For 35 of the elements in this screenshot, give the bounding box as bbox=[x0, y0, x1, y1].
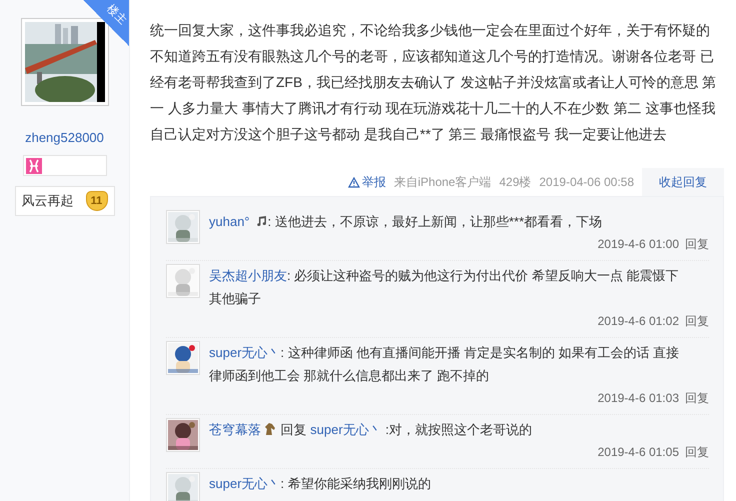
reply-text: yuhan° : 送他进去，不原谅，最好上新闻，让那些***都看看，下场 bbox=[209, 213, 604, 231]
reply-avatar[interactable] bbox=[166, 341, 200, 375]
reply-author[interactable]: 吴杰超小朋友 bbox=[209, 268, 287, 283]
reply-link[interactable]: 回复 bbox=[685, 387, 709, 410]
reply-avatar[interactable] bbox=[166, 418, 200, 452]
reply-time: 2019-4-6 01:05 bbox=[598, 444, 679, 461]
post-time: 2019-04-06 00:58 bbox=[539, 175, 634, 189]
zodiac-icon bbox=[26, 158, 42, 174]
level-badge: 11 bbox=[86, 191, 108, 211]
reply-time: 2019-4-6 01:00 bbox=[598, 236, 679, 253]
reply-text: super无心丶: 这种律师函 他有直播间能开播 肯定是实名制的 如果有工会的话 直接律师函到他工会 那就什么信息都出来了 跑不掉的 bbox=[209, 344, 680, 385]
reply-author[interactable]: super无心丶 bbox=[209, 476, 281, 491]
ribbon-label: 楼主 bbox=[104, 2, 130, 28]
reply-text: 吴杰超小朋友: 必须让这种盗号的贼为他这行为付出代价 希望反响大一点 能震慑下其他骗子 bbox=[209, 267, 680, 308]
username-link[interactable]: zheng528000 bbox=[25, 130, 104, 145]
music-note-icon bbox=[254, 215, 267, 227]
horse-icon bbox=[263, 422, 277, 436]
reply-author[interactable]: 苍穹幕落 bbox=[209, 422, 261, 437]
collapse-replies-button[interactable]: 收起回复 bbox=[642, 168, 724, 196]
reply-link[interactable]: 回复 bbox=[685, 233, 709, 256]
post-source: 来自iPhone客户端 bbox=[394, 174, 492, 190]
reply-to-link[interactable]: super无心丶 bbox=[310, 422, 382, 437]
reply-author[interactable]: yuhan° bbox=[209, 214, 250, 229]
reply-author[interactable]: super无心丶 bbox=[209, 345, 281, 360]
reply-time: 2019-4-6 01:03 bbox=[598, 390, 679, 407]
report-link[interactable]: 举报 bbox=[348, 174, 386, 190]
reply-link[interactable]: 回复 bbox=[685, 441, 709, 464]
reply-text: 苍穹幕落 回复 super无心丶 :对，就按照这个老哥说的 bbox=[209, 421, 534, 439]
post-body: 统一回复大家，这件事我必追究，不论给我多少钱他一定会在里面过个好年，关于有怀疑的不知道跨五有没有眼熟这几个号的老哥，应该都知道这几个号的打造情况。谢谢各位老哥 已经有老哥帮我查到了ZFB，我已经找朋友去确认了 发这帖子并没炫富或者让人可怜的意思 第一 人多力量大 事情大了腾讯才有行动 现在玩游戏花十几二十的人不在少数 第二 这事也怪我自己认定对方没这个胆子这号都动 是我自己**了 第三 最痛恨盗号 我一定要让他进去 bbox=[150, 21, 718, 144]
reply-link[interactable]: 回复 bbox=[685, 310, 709, 333]
floor-number: 429楼 bbox=[499, 174, 532, 190]
reply-text: super无心丶: 希望你能采纳我刚刚说的 bbox=[209, 475, 432, 493]
warning-icon bbox=[348, 176, 360, 188]
level-name: 风云再起 bbox=[22, 192, 74, 210]
reply-time: 2019-4-6 01:02 bbox=[598, 313, 679, 330]
